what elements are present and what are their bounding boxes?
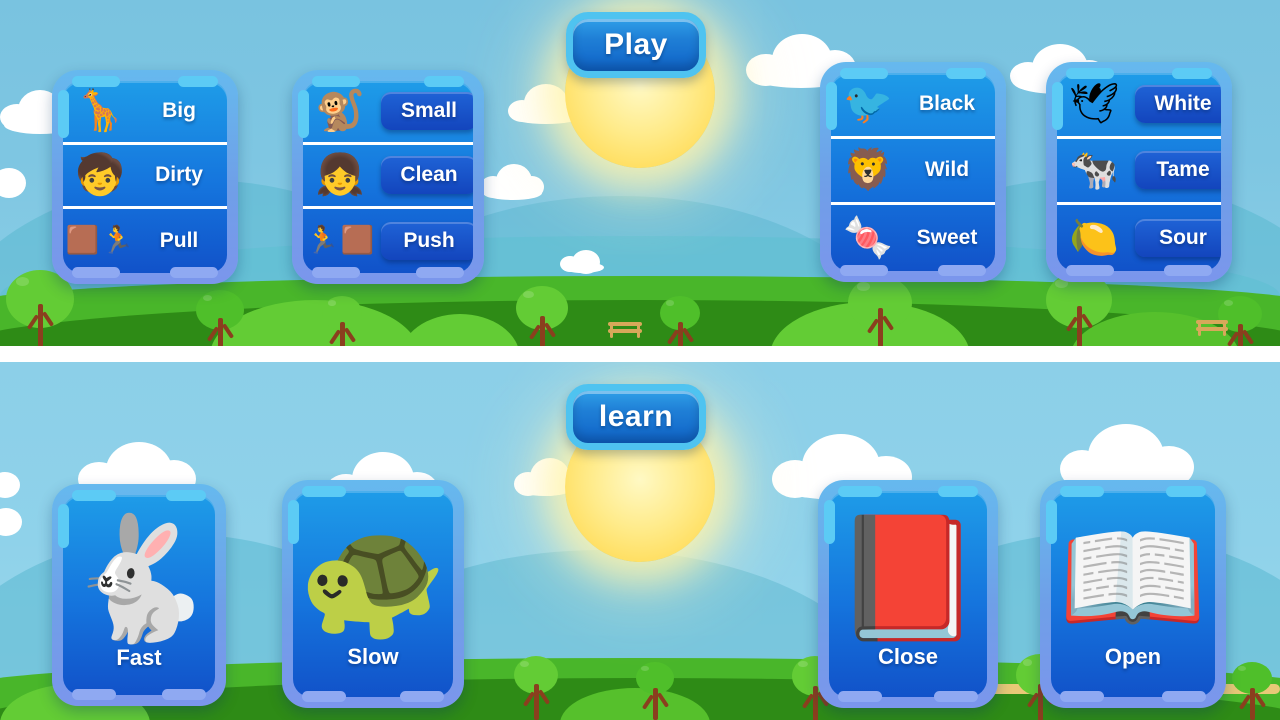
- turtle-icon: 🐢: [298, 511, 448, 645]
- monkey-icon: 🐒: [315, 89, 365, 134]
- learn-button-label: learn: [598, 400, 674, 433]
- tree: [6, 270, 74, 346]
- card-row[interactable]: 🐦 Black: [831, 73, 995, 139]
- card-row[interactable]: 🐄 Tame: [1057, 139, 1221, 205]
- seagull-icon: 🕊: [1068, 82, 1120, 127]
- child-glyph: 🏃: [305, 225, 340, 256]
- bench: [1196, 320, 1228, 336]
- learn-card-close[interactable]: 📕 Close: [818, 480, 998, 708]
- tree: [848, 276, 912, 346]
- card-row[interactable]: 🧒 Dirty: [63, 145, 227, 209]
- candy-icon: 🍬: [843, 215, 893, 260]
- row-label: Wild: [924, 158, 970, 182]
- opposites-card-small-clean-push[interactable]: 🐒 Small 👧 Clean 🏃 🟫 Push: [292, 70, 484, 284]
- card-row[interactable]: 🦒 Big: [63, 81, 227, 145]
- pull-crate-icon: 🟫 🏃: [63, 209, 137, 273]
- row-label: Black: [918, 92, 976, 116]
- card-row[interactable]: 🐒 Small: [303, 81, 473, 145]
- card-row[interactable]: 👧 Clean: [303, 145, 473, 209]
- learn-panel: learn 🐇 Fast 🐢 Slow 📕 Close 📖 Open: [0, 362, 1280, 720]
- crate-glyph: 🟫: [340, 225, 375, 256]
- card-caption: Close: [878, 644, 938, 669]
- card-row[interactable]: 🦁 Wild: [831, 139, 995, 205]
- tree: [322, 296, 362, 346]
- rabbit-icon: 🐇: [64, 512, 214, 646]
- opposites-card-black-wild-sweet[interactable]: 🐦 Black 🦁 Wild 🍬 Sweet: [820, 62, 1006, 282]
- card-row[interactable]: 🟫 🏃 Pull: [63, 209, 227, 273]
- giraffe-icon: 🦒: [75, 89, 125, 134]
- learn-card-fast[interactable]: 🐇 Fast: [52, 484, 226, 706]
- child-glyph: 🏃: [100, 225, 135, 256]
- tree: [1046, 272, 1112, 346]
- tree: [516, 286, 568, 346]
- opposites-card-white-tame-sour[interactable]: 🕊 White 🐄 Tame 🍋 Sour: [1046, 62, 1232, 282]
- learn-card-open[interactable]: 📖 Open: [1040, 480, 1226, 708]
- row-label: Sweet: [916, 225, 978, 249]
- lemon-icon: 🍋: [1069, 215, 1119, 260]
- closed-book-icon: 📕: [833, 511, 983, 645]
- row-label: Pull: [159, 228, 199, 252]
- cow-icon: 🐄: [1069, 148, 1119, 193]
- row-label: Big: [162, 99, 196, 123]
- row-label-chip[interactable]: Clean: [381, 156, 473, 195]
- open-book-icon: 📖: [1058, 511, 1208, 645]
- card-row[interactable]: 🏃 🟫 Push: [303, 209, 473, 273]
- card-caption: Open: [1104, 644, 1162, 669]
- card-row[interactable]: 🕊 White: [1057, 73, 1221, 139]
- row-label-chip[interactable]: Tame: [1135, 151, 1221, 190]
- play-button[interactable]: Play: [566, 12, 706, 78]
- row-label-chip[interactable]: White: [1135, 85, 1221, 124]
- lion-icon: 🦁: [843, 148, 893, 193]
- crate-glyph: 🟫: [65, 225, 100, 256]
- tree: [660, 296, 700, 346]
- card-row[interactable]: 🍬 Sweet: [831, 205, 995, 271]
- tree: [196, 290, 244, 346]
- row-label-chip[interactable]: Sour: [1135, 218, 1221, 257]
- toucan-icon: 🐦: [843, 82, 893, 127]
- panel-divider: [0, 346, 1280, 362]
- dirty-boy-icon: 🧒: [75, 153, 125, 198]
- row-label: Dirty: [155, 163, 203, 187]
- card-row[interactable]: 🍋 Sour: [1057, 205, 1221, 271]
- row-label-chip[interactable]: Small: [381, 92, 473, 131]
- play-button-label: Play: [604, 28, 668, 61]
- learn-card-slow[interactable]: 🐢 Slow: [282, 480, 464, 708]
- opposites-card-big-dirty-pull[interactable]: 🦒 Big 🧒 Dirty 🟫 🏃 Pull: [52, 70, 238, 284]
- tree: [514, 656, 558, 720]
- play-panel: Play 🦒 Big 🧒 Dirty 🟫 🏃 Pull 🐒 Small 👧 Cl…: [0, 0, 1280, 346]
- row-label-chip[interactable]: Push: [381, 221, 473, 260]
- bench: [608, 322, 642, 338]
- push-crate-icon: 🏃 🟫: [303, 209, 377, 273]
- learn-button[interactable]: learn: [566, 384, 706, 450]
- clean-girl-icon: 👧: [315, 153, 365, 198]
- card-caption: Fast: [116, 645, 162, 670]
- tree: [1232, 662, 1272, 720]
- card-caption: Slow: [347, 644, 399, 669]
- tree: [636, 662, 674, 720]
